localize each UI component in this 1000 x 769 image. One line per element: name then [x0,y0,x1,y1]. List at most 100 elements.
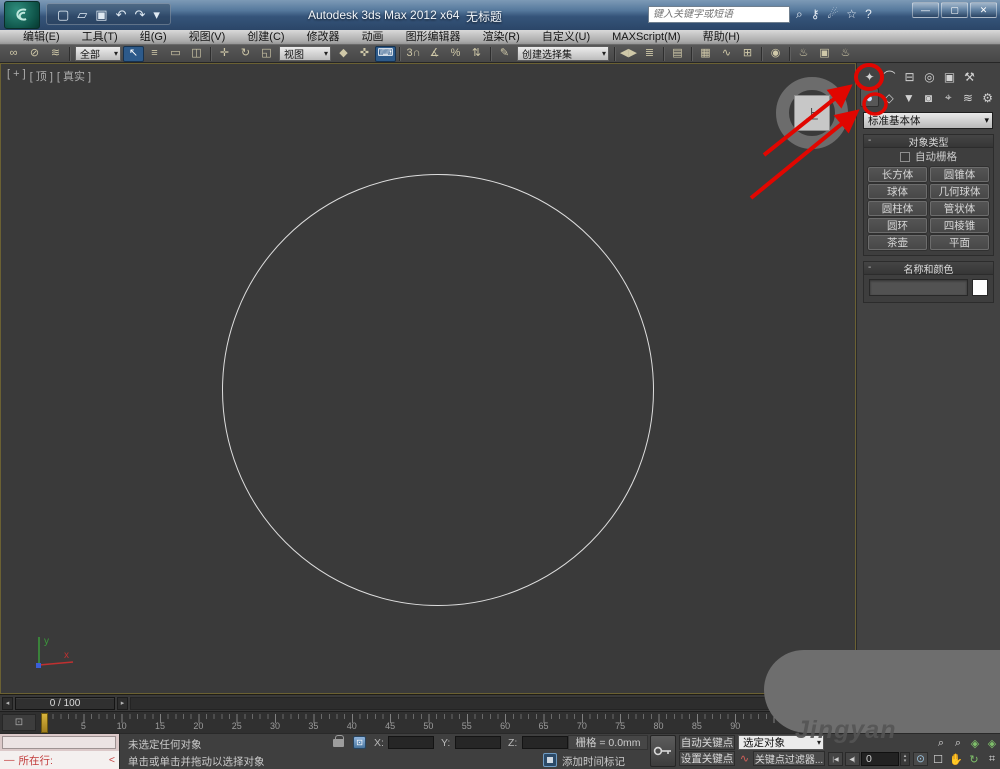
select-and-move-icon[interactable]: ✛ [214,46,235,62]
menu-item[interactable]: 视图(V) [178,30,237,45]
keyboard-shortcut-override-icon[interactable]: ⌨ [375,45,396,62]
current-frame-field[interactable]: 0 [861,752,899,766]
time-slider-track[interactable] [130,696,854,710]
auto-key-button[interactable]: 自动关键点 [679,735,735,750]
object-type-button[interactable]: 平面 [930,235,989,250]
save-file-icon[interactable]: ▣ [95,8,107,21]
viewport-menu-shading[interactable]: [ 真实 ] [57,68,91,84]
layer-manager-icon[interactable]: ▤ [667,46,688,62]
selection-filter-dropdown[interactable]: 全部 [75,46,121,61]
menu-item[interactable]: 编辑(E) [12,30,71,45]
minimize-button[interactable]: — [912,2,939,18]
absolute-mode-transform-icon[interactable]: ⊡ [353,736,366,749]
key-mode-toggle-button[interactable]: ⊙ [913,752,928,766]
key-filters-button[interactable]: 关键点过滤器... [753,751,825,766]
viewport-menu-view[interactable]: [ 顶 ] [30,68,53,84]
pan-view-icon[interactable]: ✋ [948,751,964,767]
viewcube[interactable]: 上 [774,75,850,151]
search-input[interactable] [649,9,789,20]
object-type-button[interactable]: 圆锥体 [930,167,989,182]
snaps-toggle-3d-icon[interactable]: 3∩ [403,46,424,62]
infocenter-key-icon[interactable]: ⚷ [811,6,820,23]
previous-frame-button[interactable]: ◀| [845,752,860,766]
help-icon[interactable]: ? [865,6,872,23]
graphite-modeling-tools-icon[interactable]: ▦ [695,46,716,62]
listener-input[interactable] [2,736,116,749]
create-tab-icon[interactable]: ✦ [860,67,879,86]
zoom-extents-all-icon[interactable]: ◈ [984,735,1000,751]
object-type-rollout-header[interactable]: - 对象类型 [864,135,993,149]
helpers-category-icon[interactable]: ⌖ [939,88,958,107]
render-setup-icon[interactable]: ♨ [793,46,814,62]
utilities-tab-icon[interactable]: ⚒ [960,67,979,86]
zoom-region-icon[interactable]: ☐ [930,751,946,767]
orbit-icon[interactable]: ↻ [966,751,982,767]
zoom-all-icon[interactable]: ⌕ [950,735,966,751]
object-type-button[interactable]: 管状体 [930,201,989,216]
autogrid-checkbox[interactable] [900,151,910,162]
align-icon[interactable]: ≣ [639,46,660,62]
display-tab-icon[interactable]: ▣ [940,67,959,86]
menu-item[interactable]: 组(G) [129,30,178,45]
add-time-tag-button[interactable]: 添加时间标记 [562,754,625,769]
close-button[interactable]: ✕ [970,2,997,18]
time-step-back-button[interactable]: ◂ [2,696,13,710]
viewport-menu-plus[interactable]: [ + ] [7,68,26,84]
material-editor-icon[interactable]: ◉ [765,46,786,62]
lights-category-icon[interactable]: ▼ [899,88,918,107]
new-scene-icon[interactable]: ▢ [57,8,69,21]
menu-item[interactable]: 修改器 [296,30,351,45]
set-keys-button[interactable] [650,735,676,767]
primitive-category-dropdown[interactable]: 标准基本体 [863,112,993,129]
zoom-icon[interactable]: ⌕ [933,735,949,751]
object-type-button[interactable]: 茶壶 [868,235,927,250]
maximize-button[interactable]: ▢ [941,2,968,18]
hierarchy-tab-icon[interactable]: ⊟ [900,67,919,86]
select-and-manipulate-icon[interactable]: ✜ [354,46,375,62]
top-viewport[interactable]: [ + ] [ 顶 ] [ 真实 ] 上 y x [0,63,856,694]
object-type-button[interactable]: 长方体 [868,167,927,182]
window-crossing-icon[interactable]: ◫ [186,46,207,62]
unlink-selection-icon[interactable]: ⊘ [24,46,45,62]
menu-item[interactable]: 动画 [351,30,395,45]
select-object-icon[interactable]: ↖ [123,45,144,62]
time-slider-handle[interactable]: 0 / 100 [15,696,115,710]
search-icon[interactable]: ⌕ [796,6,803,23]
redo-icon[interactable]: ↷ [135,8,146,21]
select-and-scale-icon[interactable]: ◱ [256,46,277,62]
geometry-category-icon[interactable]: ● [860,88,879,107]
object-color-swatch[interactable] [972,279,988,296]
application-menu-button[interactable] [4,1,40,29]
go-to-start-button[interactable]: |◀ [828,752,843,766]
object-type-button[interactable]: 四棱锥 [930,218,989,233]
menu-item[interactable]: 工具(T) [71,30,129,45]
rendered-frame-window-icon[interactable]: ▣ [814,46,835,62]
object-name-input[interactable] [869,279,968,296]
y-coordinate-field[interactable] [455,736,501,749]
reference-coordinate-dropdown[interactable]: 视图 [279,46,331,61]
spinner-down-icon[interactable]: ▾ [904,758,907,765]
angle-snap-icon[interactable]: ∡ [424,46,445,62]
edit-named-selection-sets-icon[interactable]: ✎ [494,46,515,62]
object-type-button[interactable]: 球体 [868,184,927,199]
systems-category-icon[interactable]: ⚙ [978,88,997,107]
rollout-collapse-icon[interactable]: - [868,135,871,146]
space-warps-category-icon[interactable]: ≋ [959,88,978,107]
undo-icon[interactable]: ↶ [116,8,127,21]
toolbar-options-icon[interactable]: ▾ [153,8,160,21]
object-type-button[interactable]: 几何球体 [930,184,989,199]
menu-item[interactable]: 帮助(H) [692,30,751,45]
menu-item[interactable]: 渲染(R) [472,30,531,45]
time-step-forward-button[interactable]: ▸ [117,696,128,710]
x-coordinate-field[interactable] [388,736,434,749]
curve-editor-icon[interactable]: ∿ [716,46,737,62]
percent-snap-icon[interactable]: % [445,46,466,62]
z-coordinate-field[interactable] [522,736,568,749]
set-key-button[interactable]: 设置关键点 [679,751,735,766]
cameras-category-icon[interactable]: ◙ [919,88,938,107]
frame-spinner[interactable]: ▴ ▾ [900,752,910,766]
favorites-star-icon[interactable]: ☆ [846,6,857,23]
object-type-button[interactable]: 圆环 [868,218,927,233]
menu-item[interactable]: 图形编辑器 [395,30,472,45]
open-mini-curve-editor-button[interactable]: ⊡ [2,714,36,731]
